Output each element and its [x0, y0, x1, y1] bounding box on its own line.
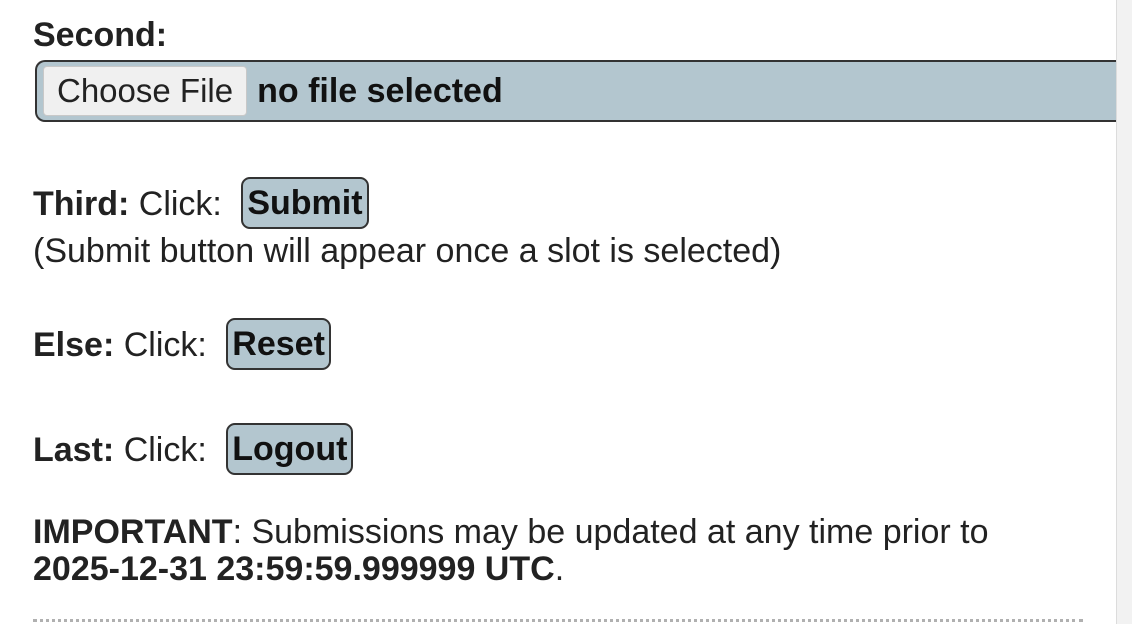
section-divider [33, 619, 1083, 622]
logout-button[interactable]: Logout [226, 423, 354, 475]
last-label: Last: [33, 430, 115, 469]
third-label: Third: [33, 184, 130, 223]
second-label: Second: [33, 16, 168, 54]
deadline-value: 2025-12-31 23:59:59.999999 UTC [33, 550, 555, 588]
submit-button[interactable]: Submit [241, 177, 369, 229]
file-input[interactable]: Choose File no file selected [35, 60, 1116, 122]
else-label: Else: [33, 325, 115, 364]
choose-file-button[interactable]: Choose File [43, 66, 248, 116]
deadline-period: . [554, 550, 565, 588]
file-status-text: no file selected [257, 71, 503, 110]
important-notice: IMPORTANT: Submissions may be updated at… [33, 512, 989, 552]
else-click-prefix: Click: [123, 325, 207, 364]
upload-form-page: Second: Choose File no file selected Thi… [0, 0, 1116, 624]
reset-button[interactable]: Reset [226, 318, 331, 370]
last-step-line: Last: Click: Logout [33, 423, 354, 478]
last-click-prefix: Click: [123, 430, 207, 469]
third-step-line: Third: Click: Submit [33, 177, 369, 232]
deadline-line: 2025-12-31 23:59:59.999999 UTC. [33, 549, 564, 589]
else-step-line: Else: Click: Reset [33, 318, 331, 373]
third-click-prefix: Click: [138, 184, 222, 223]
important-label: IMPORTANT [33, 513, 233, 551]
important-text: : Submissions may be updated at any time… [232, 513, 989, 551]
submit-hint: (Submit button will appear once a slot i… [33, 232, 782, 270]
vertical-scrollbar[interactable] [1116, 0, 1132, 624]
second-step-label: Second: [33, 15, 167, 55]
